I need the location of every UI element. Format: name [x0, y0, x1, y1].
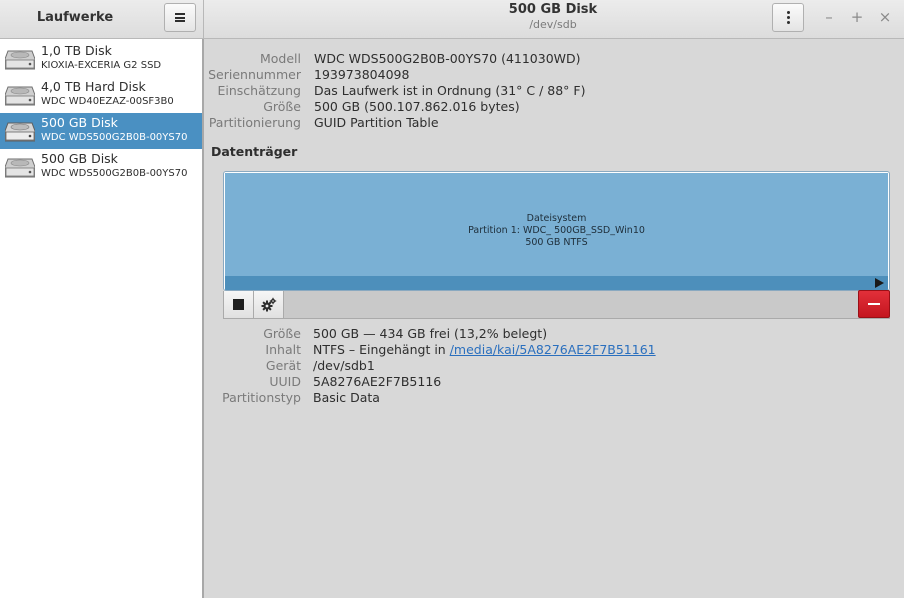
kebab-menu-icon: [786, 11, 790, 24]
property-label: UUID: [269, 374, 301, 389]
header-bar: Laufwerke 500 GB Disk /dev/sdb – + ×: [0, 0, 904, 39]
drive-item[interactable]: 4,0 TB Hard Disk WDC WD40EZAZ-00SF3B0: [0, 77, 202, 113]
close-button[interactable]: ×: [876, 8, 894, 26]
property-value: Basic Data: [313, 390, 380, 405]
drive-name: 1,0 TB Disk: [41, 43, 112, 58]
drive-model: WDC WDS500G2B0B-00YS70: [41, 132, 188, 143]
partition-name-text: Partition 1: WDC_ 500GB_SSD_Win10: [468, 225, 645, 236]
property-label: Größe: [263, 99, 301, 114]
partition-type-text: Dateisystem: [526, 213, 587, 224]
hard-disk-icon: [5, 50, 35, 70]
drive-name: 500 GB Disk: [41, 115, 118, 130]
drive-item-selected[interactable]: 500 GB Disk WDC WDS500G2B0B-00YS70: [0, 113, 202, 149]
partition-label: Dateisystem Partition 1: WDC_ 500GB_SSD_…: [225, 213, 888, 249]
hard-disk-icon: [5, 158, 35, 178]
minus-icon: [868, 303, 880, 305]
drive-item[interactable]: 1,0 TB Disk KIOXIA-EXCERIA G2 SSD: [0, 41, 202, 77]
gears-icon: [261, 297, 276, 311]
drive-model: KIOXIA-EXCERIA G2 SSD: [41, 60, 162, 71]
window-subtitle: /dev/sdb: [529, 18, 577, 31]
drive-list: 1,0 TB Disk KIOXIA-EXCERIA G2 SSD 4,0 TB…: [0, 39, 204, 598]
mount-point-link[interactable]: /media/kai/5A8276AE2F7B51161: [450, 342, 656, 357]
property-label: Modell: [259, 51, 301, 66]
partition-block[interactable]: Dateisystem Partition 1: WDC_ 500GB_SSD_…: [225, 173, 888, 276]
property-label: Partitionierung: [208, 115, 301, 130]
volumes-heading: Datenträger: [211, 144, 298, 159]
property-value: Das Laufwerk ist in Ordnung (31° C / 88°…: [314, 83, 586, 98]
minimize-button[interactable]: –: [820, 8, 838, 26]
property-value: 500 GB — 434 GB frei (13,2% belegt): [313, 326, 548, 341]
property-value: 500 GB (500.107.862.016 bytes): [314, 99, 520, 114]
property-label: Größe: [263, 326, 301, 341]
stop-icon: [233, 299, 244, 310]
property-label: Einschätzung: [217, 83, 301, 98]
drive-name: 4,0 TB Hard Disk: [41, 79, 146, 94]
property-label: Seriennummer: [208, 67, 301, 82]
app-menu-button[interactable]: [164, 3, 196, 32]
property-label: Inhalt: [265, 342, 301, 357]
window-title-area: 500 GB Disk /dev/sdb: [403, 2, 703, 32]
property-value: /dev/sdb1: [313, 358, 375, 373]
maximize-button[interactable]: +: [848, 8, 866, 26]
drive-details-pane: Modell WDC WDS500G2B0B-00YS70 (411030WD)…: [204, 39, 904, 598]
partition-options-button[interactable]: [254, 291, 284, 318]
volume-map: Dateisystem Partition 1: WDC_ 500GB_SSD_…: [223, 171, 890, 291]
property-value: NTFS – Eingehängt in /media/kai/5A8276AE…: [313, 342, 656, 357]
window-title: 500 GB Disk: [508, 2, 598, 17]
unmount-button[interactable]: [224, 291, 254, 318]
drive-model: WDC WDS500G2B0B-00YS70: [41, 168, 188, 179]
sidebar-title: Laufwerke: [36, 10, 114, 25]
hard-disk-icon: [5, 122, 35, 142]
mounted-play-icon: [875, 278, 884, 288]
partition-bar[interactable]: [225, 276, 888, 290]
property-value: 193973804098: [314, 67, 410, 82]
drive-item[interactable]: 500 GB Disk WDC WDS500G2B0B-00YS70: [0, 149, 202, 185]
property-value: GUID Partition Table: [314, 115, 439, 130]
drive-name: 500 GB Disk: [41, 151, 118, 166]
hard-disk-icon: [5, 86, 35, 106]
drive-model: WDC WD40EZAZ-00SF3B0: [41, 96, 174, 107]
sidebar-header: Laufwerke: [0, 0, 204, 39]
property-label: Partitionstyp: [222, 390, 301, 405]
property-label: Gerät: [265, 358, 301, 373]
delete-partition-button[interactable]: [858, 290, 890, 318]
drive-options-button[interactable]: [772, 3, 804, 32]
content-text: NTFS – Eingehängt in: [313, 342, 450, 357]
hamburger-icon: [175, 13, 185, 22]
partition-size-text: 500 GB NTFS: [525, 237, 588, 248]
property-value: WDC WDS500G2B0B-00YS70 (411030WD): [314, 51, 581, 66]
volume-toolbar: [223, 290, 890, 319]
property-value: 5A8276AE2F7B5116: [313, 374, 442, 389]
